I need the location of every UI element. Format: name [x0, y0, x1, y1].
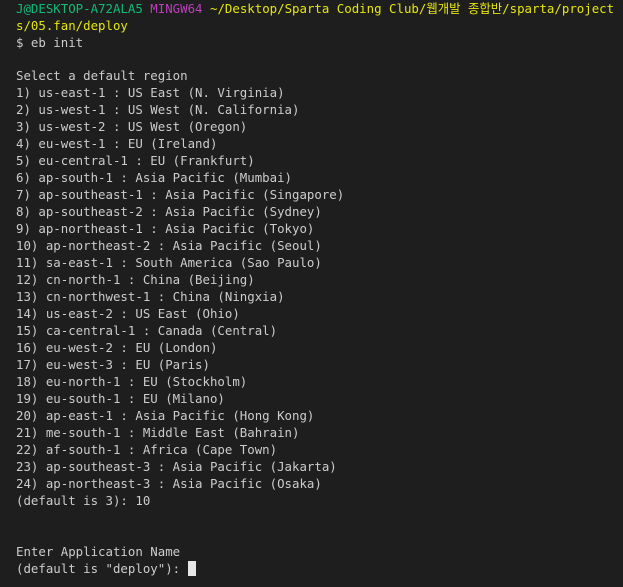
app-prompt-title: Enter Application Name	[16, 544, 181, 559]
region-option: 2) us-west-1 : US West (N. California)	[16, 102, 300, 117]
region-option: 1) us-east-1 : US East (N. Virginia)	[16, 85, 285, 100]
prompt-system: MINGW64	[150, 1, 203, 16]
region-option: 7) ap-southeast-1 : Asia Pacific (Singap…	[16, 187, 345, 202]
app-name-prompt-text: (default is "deploy"):	[16, 561, 188, 576]
region-option: 21) me-south-1 : Middle East (Bahrain)	[16, 425, 300, 440]
region-option: 16) eu-west-2 : EU (London)	[16, 340, 218, 355]
region-option: 10) ap-northeast-2 : Asia Pacific (Seoul…	[16, 238, 322, 253]
region-option: 6) ap-south-1 : Asia Pacific (Mumbai)	[16, 170, 293, 185]
region-option: 18) eu-north-1 : EU (Stockholm)	[16, 374, 248, 389]
region-option: 20) ap-east-1 : Asia Pacific (Hong Kong)	[16, 408, 315, 423]
region-option: 9) ap-northeast-1 : Asia Pacific (Tokyo)	[16, 221, 315, 236]
region-option: 8) ap-southeast-2 : Asia Pacific (Sydney…	[16, 204, 322, 219]
region-option: 13) cn-northwest-1 : China (Ningxia)	[16, 289, 285, 304]
shell-prompt: J@DESKTOP-A72ALA5 MINGW64 ~/Desktop/Spar…	[16, 0, 616, 51]
region-option: 11) sa-east-1 : South America (Sao Paulo…	[16, 255, 322, 270]
region-option: 3) us-west-2 : US West (Oregon)	[16, 119, 248, 134]
region-option: 12) cn-north-1 : China (Beijing)	[16, 272, 255, 287]
region-selection-output: Select a default region 1) us-east-1 : U…	[16, 67, 616, 509]
app-name-input-line[interactable]: (default is "deploy"):	[16, 560, 616, 577]
application-name-prompt: Enter Application Name (default is "depl…	[16, 543, 616, 577]
region-prompt-title: Select a default region	[16, 68, 188, 83]
region-option: 15) ca-central-1 : Canada (Central)	[16, 323, 278, 338]
region-option: 5) eu-central-1 : EU (Frankfurt)	[16, 153, 255, 168]
region-option: 17) eu-west-3 : EU (Paris)	[16, 357, 210, 372]
region-option: 19) eu-south-1 : EU (Milano)	[16, 391, 225, 406]
text-cursor[interactable]	[187, 561, 196, 576]
region-default-answer: (default is 3): 10	[16, 493, 151, 508]
command-line: $ eb init	[16, 35, 84, 50]
prompt-user-host: J@DESKTOP-A72ALA5	[16, 1, 143, 16]
region-option: 14) us-east-2 : US East (Ohio)	[16, 306, 240, 321]
region-option: 24) ap-northeast-3 : Asia Pacific (Osaka…	[16, 476, 322, 491]
prompt-header: J@DESKTOP-A72ALA5 MINGW64 ~/Desktop/Spar…	[16, 0, 616, 34]
region-option: 22) af-south-1 : Africa (Cape Town)	[16, 442, 278, 457]
region-option: 4) eu-west-1 : EU (Ireland)	[16, 136, 218, 151]
region-option: 23) ap-southeast-3 : Asia Pacific (Jakar…	[16, 459, 337, 474]
terminal-window[interactable]: J@DESKTOP-A72ALA5 MINGW64 ~/Desktop/Spar…	[0, 0, 623, 587]
